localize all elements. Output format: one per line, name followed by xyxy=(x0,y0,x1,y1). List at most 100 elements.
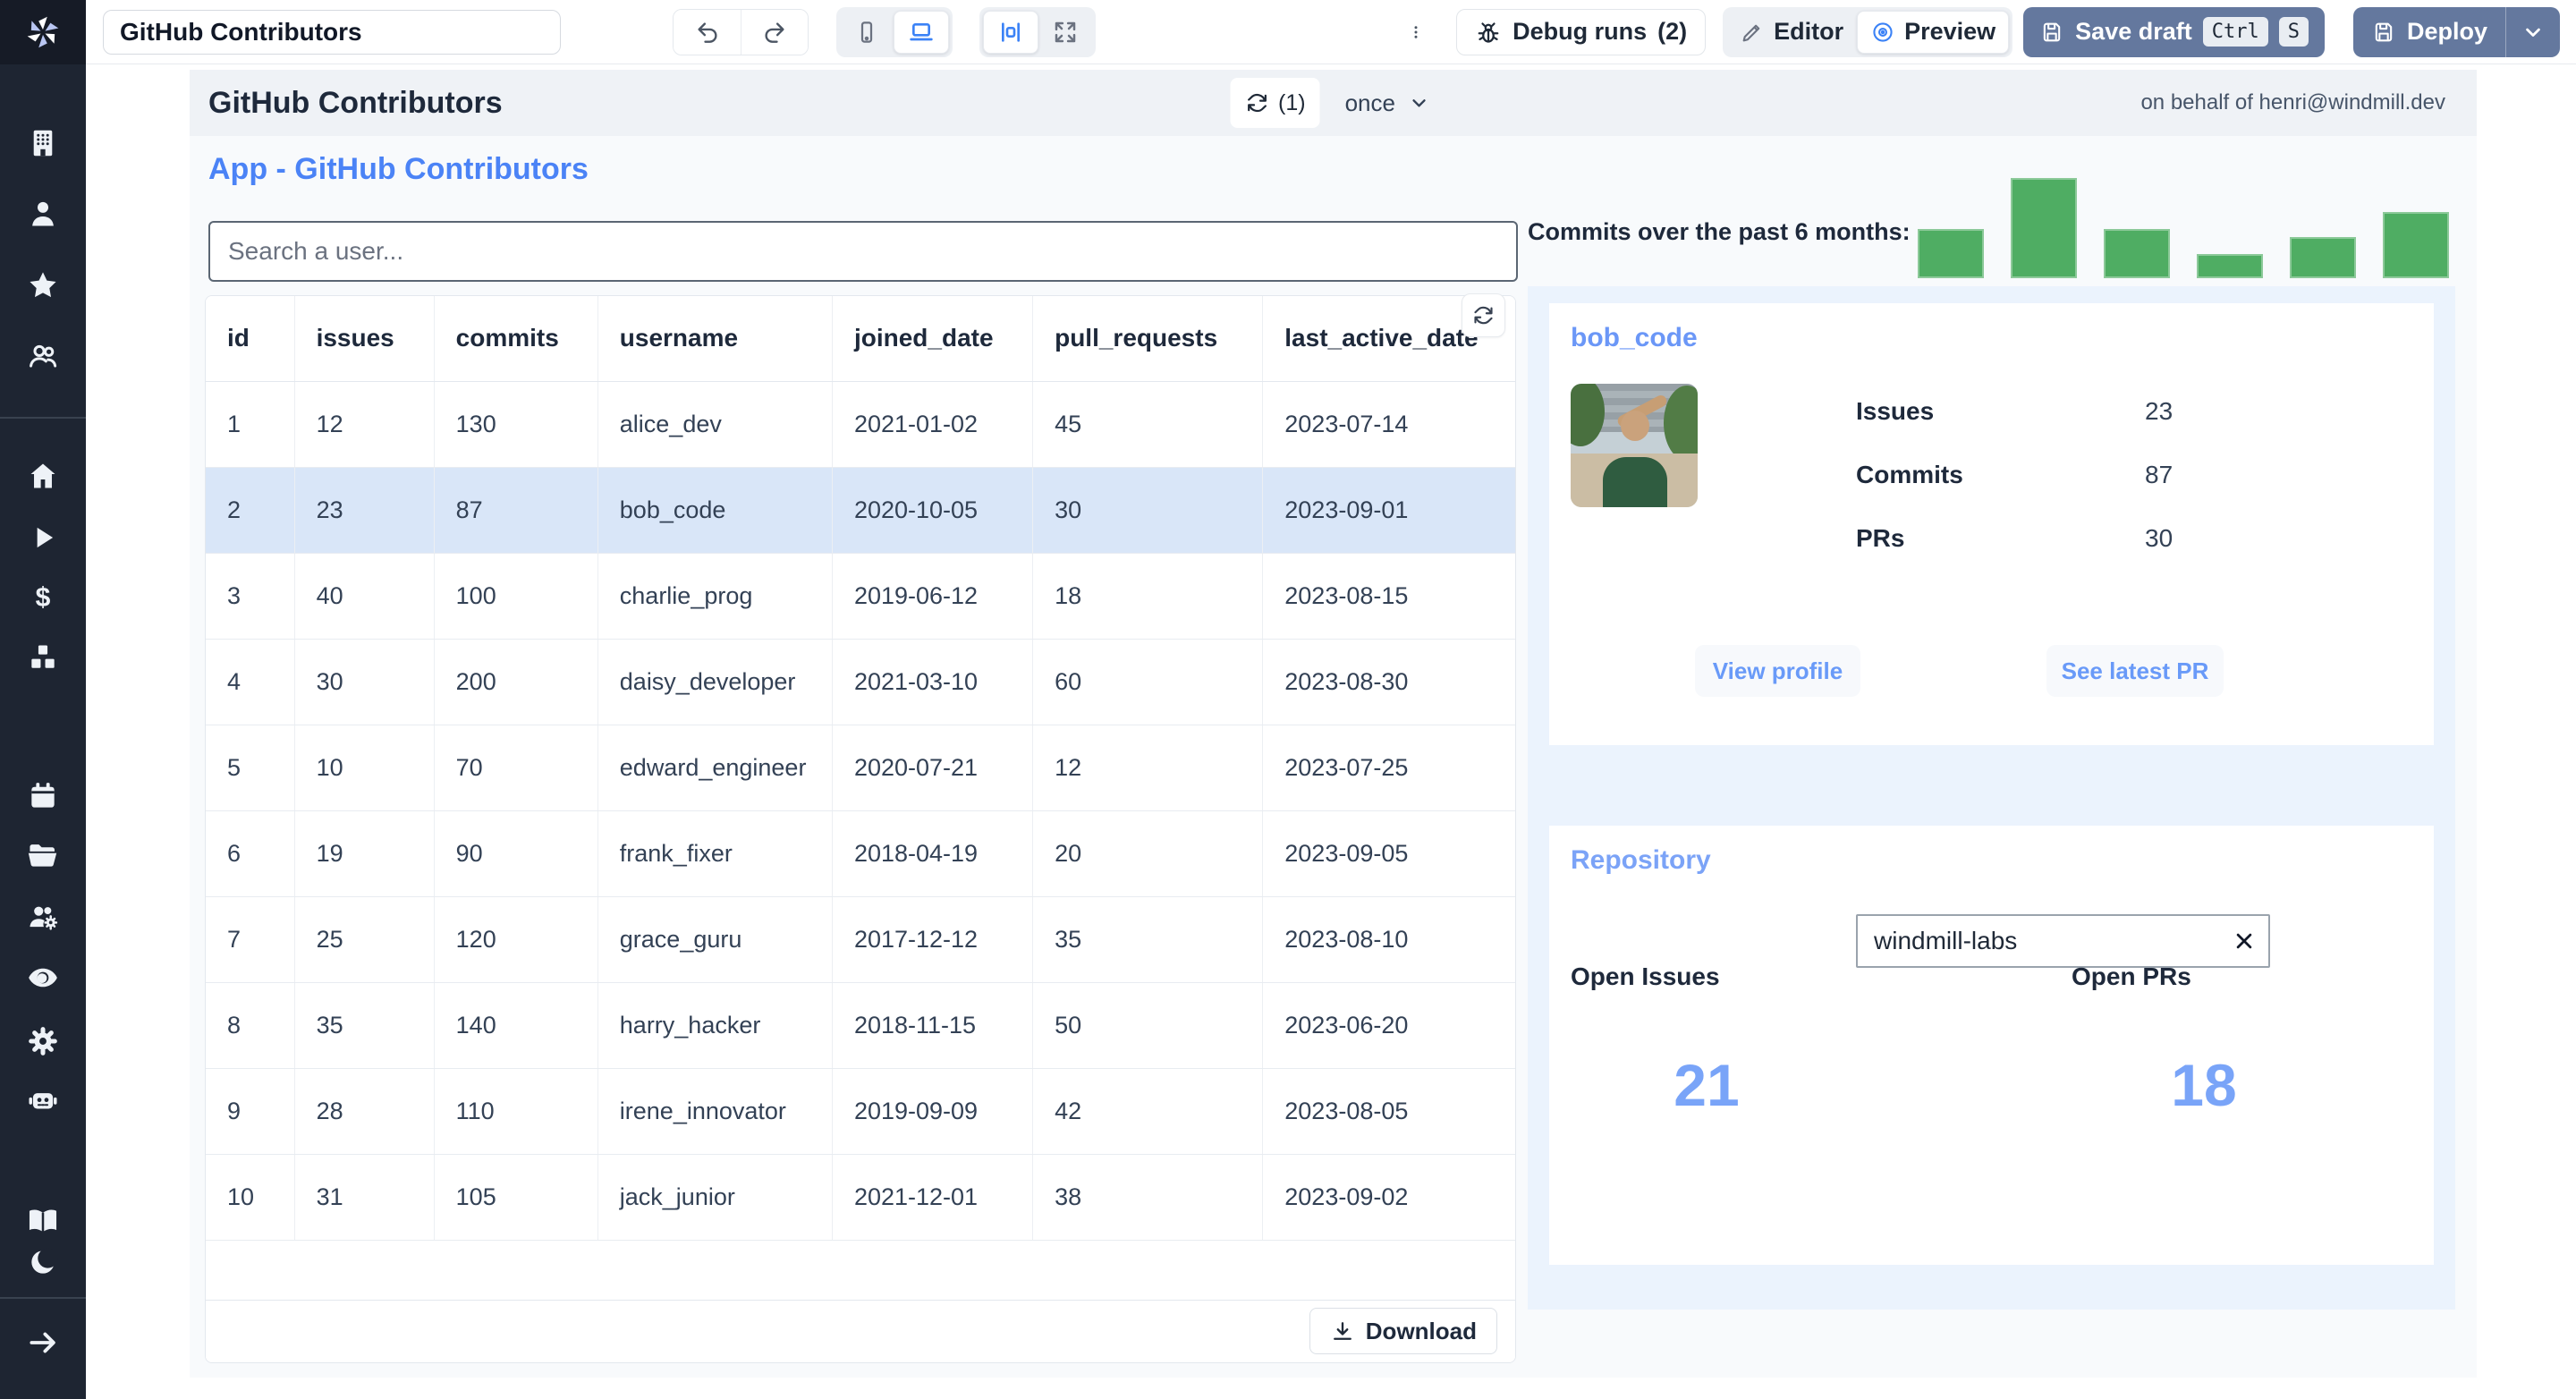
table-cell: 28 xyxy=(294,1068,435,1155)
desktop-view-button[interactable] xyxy=(894,10,949,54)
table-cell: 2023-07-25 xyxy=(1262,725,1515,811)
debug-runs-label: Debug runs xyxy=(1513,18,1648,45)
contributors-table: id issues commits username joined_date pull_r… xyxy=(205,295,1516,1363)
table-row-alice_dev[interactable]: 1 12 130 alice_dev 2021-01-02 45 2023-07-14 xyxy=(206,381,1515,468)
clear-input-button[interactable] xyxy=(2224,920,2265,962)
column-header-issues[interactable]: issues xyxy=(294,296,435,382)
refresh-count: (1) xyxy=(1278,89,1306,115)
kebab-menu-button[interactable] xyxy=(1402,10,1429,55)
redo-button[interactable] xyxy=(741,9,808,55)
home-icon[interactable] xyxy=(21,454,64,497)
open-issues-metric: Open Issues 21 xyxy=(1571,962,1843,1119)
app-canvas: GitHub Contributors (1) once on behalf o… xyxy=(190,70,2477,1378)
table-cell: 20 xyxy=(1032,810,1264,897)
column-header-pull_requests[interactable]: pull_requests xyxy=(1032,296,1264,382)
table-cell: jack_junior xyxy=(597,1154,833,1241)
see-latest-pr-button[interactable]: See latest PR xyxy=(2046,645,2224,697)
search-input[interactable] xyxy=(208,221,1518,282)
fullscreen-icon[interactable] xyxy=(1038,11,1092,54)
metric-value: 18 xyxy=(2171,1052,2237,1118)
calendar-icon[interactable] xyxy=(21,775,64,818)
editor-tab[interactable]: Editor xyxy=(1726,11,1857,54)
cubes-icon[interactable] xyxy=(21,636,64,679)
table-cell: edward_engineer xyxy=(597,725,833,811)
table-cell: 2018-04-19 xyxy=(832,810,1034,897)
download-button[interactable]: Download xyxy=(1309,1308,1497,1354)
column-header-id[interactable]: id xyxy=(206,296,295,382)
gear-icon[interactable] xyxy=(21,1020,64,1063)
play-icon[interactable] xyxy=(21,516,64,559)
table-cell: 35 xyxy=(294,982,435,1069)
windmill-logo[interactable] xyxy=(0,0,86,64)
refresh-button[interactable]: (1) xyxy=(1230,78,1320,128)
on-behalf-label: on behalf of henri@windmill.dev xyxy=(2140,90,2445,114)
building-icon[interactable] xyxy=(21,122,64,165)
save-draft-button[interactable]: Save draft Ctrl S xyxy=(2023,6,2325,57)
stat-label: Issues xyxy=(1856,396,1935,425)
folder-icon[interactable] xyxy=(21,834,64,877)
column-header-username[interactable]: username xyxy=(597,296,833,382)
center-align-button[interactable] xyxy=(983,10,1038,54)
deploy-menu-button[interactable] xyxy=(2505,6,2560,57)
top-toolbar: Debug runs (2) Editor Preview Save draft… xyxy=(86,0,2576,64)
undo-button[interactable] xyxy=(674,9,741,55)
table-row-charlie_prog[interactable]: 3 40 100 charlie_prog 2019-06-12 18 2023-08-15 xyxy=(206,553,1515,640)
windmill-app-builder: $ GitHub Contributors Debug runs (2) Edi… xyxy=(0,0,2576,1399)
moon-icon[interactable] xyxy=(21,1241,64,1284)
table-row-irene_innovator[interactable]: 9 28 110 irene_innovator 2019-09-09 42 2023-08… xyxy=(206,1068,1515,1155)
schedule-dropdown[interactable]: once xyxy=(1340,89,1436,118)
view-profile-button[interactable]: View profile xyxy=(1695,645,1860,697)
commit-bar xyxy=(2290,237,2356,278)
table-cell: irene_innovator xyxy=(597,1068,833,1155)
robot-icon[interactable] xyxy=(21,1079,64,1122)
deploy-split-button: Deploy xyxy=(2352,6,2560,57)
table-cell: 110 xyxy=(434,1068,598,1155)
table-row-daisy_developer[interactable]: 4 30 200 daisy_developer 2021-03-10 60 2023-08… xyxy=(206,639,1515,725)
table-cell: 2 xyxy=(206,467,295,554)
repository-input-wrap xyxy=(1856,914,2270,968)
debug-runs-button[interactable]: Debug runs (2) xyxy=(1456,8,1707,55)
pencil-icon xyxy=(1742,24,1760,41)
app-title-input[interactable] xyxy=(103,9,561,55)
metric-label: Open Issues xyxy=(1571,962,1720,990)
table-row-bob_code[interactable]: 2 23 87 bob_code 2020-10-05 30 2023-09-01 xyxy=(206,467,1515,554)
arrow-right-icon[interactable] xyxy=(21,1321,64,1364)
save-icon xyxy=(2375,22,2393,41)
table-row-grace_guru[interactable]: 7 25 120 grace_guru 2017-12-12 35 2023-08-10 xyxy=(206,896,1515,983)
table-cell: 2023-09-05 xyxy=(1262,810,1515,897)
users-gear-icon[interactable] xyxy=(21,895,64,938)
table-cell: 2021-12-01 xyxy=(832,1154,1034,1241)
eye-icon[interactable] xyxy=(21,956,64,999)
mobile-view-button[interactable] xyxy=(840,11,894,54)
table-cell: 70 xyxy=(434,725,598,811)
column-header-commits[interactable]: commits xyxy=(434,296,598,382)
table-cell: 31 xyxy=(294,1154,435,1241)
table-cell: 140 xyxy=(434,982,598,1069)
star-icon[interactable] xyxy=(21,264,64,307)
table-cell: 50 xyxy=(1032,982,1264,1069)
table-cell: 2021-03-10 xyxy=(832,639,1034,725)
preview-tab[interactable]: Preview xyxy=(1857,10,2010,54)
table-row-frank_fixer[interactable]: 6 19 90 frank_fixer 2018-04-19 20 2023-09-05 xyxy=(206,810,1515,897)
dollar-icon[interactable]: $ xyxy=(21,576,64,619)
table-cell: 2020-07-21 xyxy=(832,725,1034,811)
deploy-button[interactable]: Deploy xyxy=(2353,7,2505,57)
table-row-harry_hacker[interactable]: 8 35 140 harry_hacker 2018-11-15 50 2023-06-20 xyxy=(206,982,1515,1069)
commit-bar xyxy=(1918,229,1984,278)
table-cell: 2023-08-05 xyxy=(1262,1068,1515,1155)
table-row-edward_engineer[interactable]: 5 10 70 edward_engineer 2020-07-21 12 2023-07-… xyxy=(206,725,1515,811)
book-icon[interactable] xyxy=(21,1199,64,1242)
table-cell: 10 xyxy=(294,725,435,811)
repository-input[interactable] xyxy=(1856,914,2270,968)
table-cell: 45 xyxy=(1032,381,1264,468)
table-row-jack_junior[interactable]: 10 31 105 jack_junior 2021-12-01 38 2023-09-02 xyxy=(206,1154,1515,1241)
table-cell: alice_dev xyxy=(597,381,833,468)
person-icon[interactable] xyxy=(21,192,64,235)
column-header-joined_date[interactable]: joined_date xyxy=(832,296,1034,382)
group-icon[interactable] xyxy=(21,335,64,377)
bug-icon xyxy=(1478,21,1499,43)
table-cell: 2020-10-05 xyxy=(832,467,1034,554)
table-refresh-button[interactable] xyxy=(1462,293,1505,337)
table-cell: 4 xyxy=(206,639,295,725)
table-cell: 30 xyxy=(294,639,435,725)
